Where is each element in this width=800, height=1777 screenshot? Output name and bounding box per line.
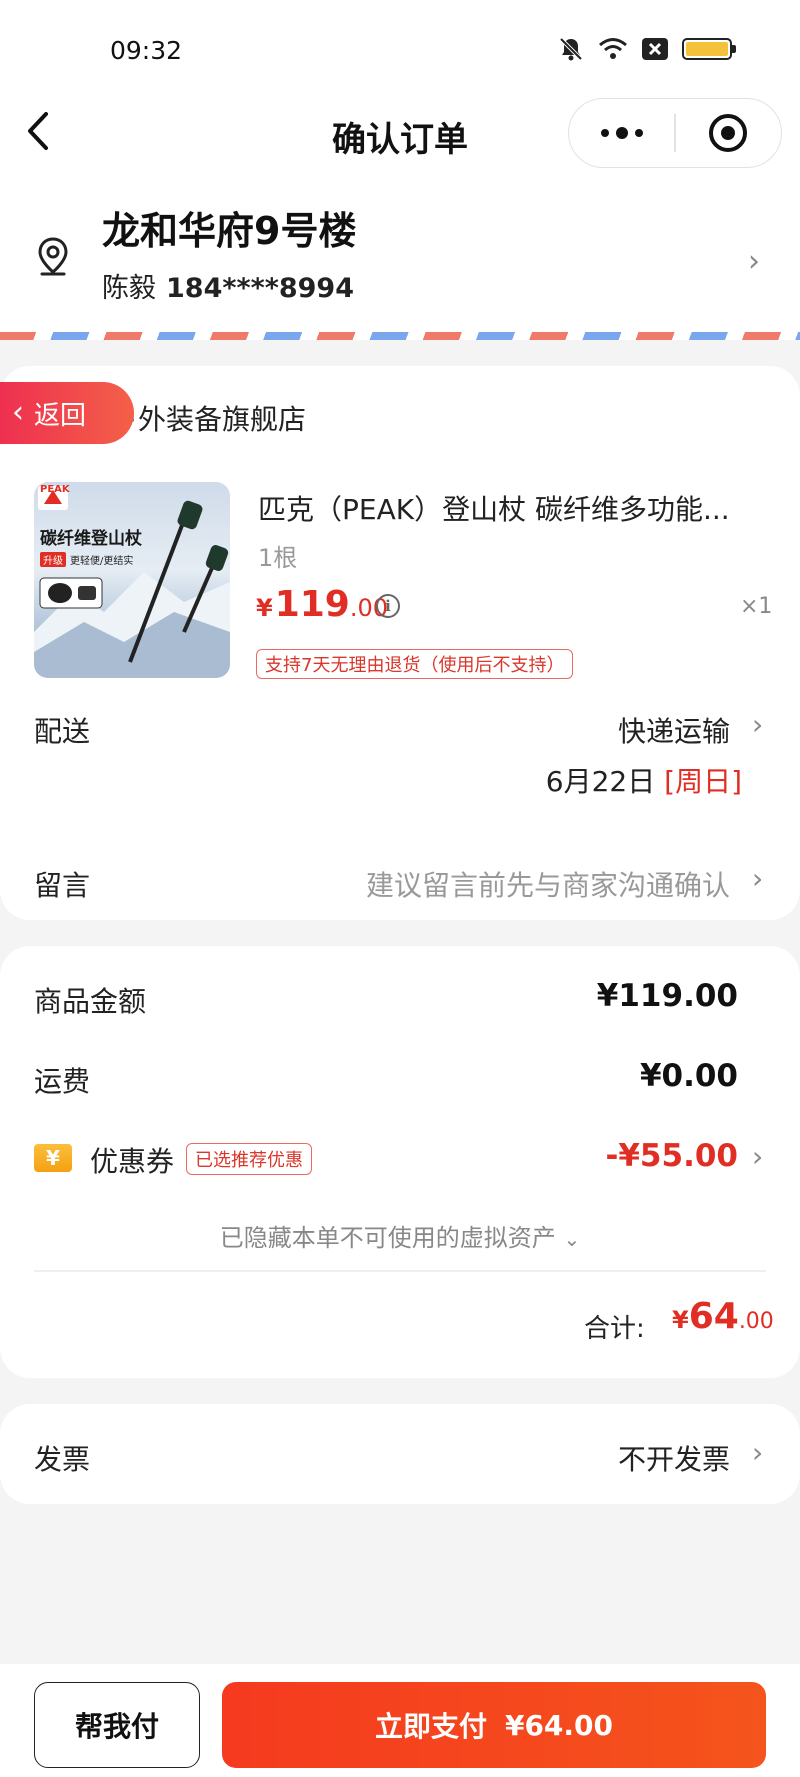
price-int: 119 [274,584,350,625]
product-quantity: ×1 [740,594,773,619]
wifi-icon [599,38,627,59]
coupon-tag: 已选推荐优惠 [186,1143,312,1175]
sim-x-icon [642,38,668,60]
total-currency: ¥ [672,1306,689,1334]
total-label: 合计: [584,1314,645,1344]
delivery-chevron-icon: › [752,708,764,741]
info-icon[interactable]: i [376,594,400,618]
return-label: 返回 [34,400,87,431]
product-spec: 1根 [258,544,298,572]
address-contact: 陈毅 184****8994 [102,266,354,305]
store-name[interactable]: 户外装备旗舰店 [110,398,306,438]
brand-logo-text: PEAK [40,484,70,495]
message-chevron-icon: › [752,862,764,895]
product-title[interactable]: 匹克（PEAK）登山杖 碳纤维多功能... [258,488,768,528]
more-button[interactable] [569,99,674,167]
invoice-value[interactable]: 不开发票 [618,1438,730,1478]
address-chevron-icon: › [748,244,760,279]
hidden-note-text: 已隐藏本单不可使用的虚拟资产 [219,1224,556,1252]
coupon-chevron-icon: › [752,1140,764,1173]
image-tag: 升级 [40,552,66,567]
contact-name: 陈毅 [102,273,156,304]
chevron-left-icon: ‹ [12,395,24,430]
refund-tag: 支持7天无理由退货（使用后不支持） [256,649,574,679]
coupon-label: 优惠券 [90,1145,175,1178]
total-int: 64 [688,1296,739,1337]
coupon-value[interactable]: -¥55.00 [606,1138,739,1174]
chevron-down-icon: ⌄ [563,1227,581,1251]
product-photo [34,486,230,678]
invoice-label: 发票 [34,1443,91,1476]
pay-label: 立即支付 [374,1710,487,1743]
battery-icon [682,38,736,60]
pay-now-button[interactable]: 立即支付 ¥64.00 [222,1682,766,1768]
contact-phone: 184****8994 [166,273,354,304]
mini-program-capsule [568,98,782,168]
shipping-label: 运费 [34,1065,91,1098]
return-button[interactable]: ‹ 返回 [0,382,134,444]
target-icon [709,114,748,152]
goods-amount-value: ¥119.00 [596,978,738,1014]
product-price: ¥119.00 [256,584,388,625]
total-price: ¥64.00 [672,1296,774,1337]
mute-bell-icon [559,37,583,61]
message-input[interactable]: 建议留言前先与商家沟通确认 [366,864,730,904]
status-icons [558,36,736,62]
more-dots-icon [600,127,643,139]
price-currency: ¥ [256,594,273,622]
delivery-weekday: [周日] [664,765,742,798]
address-name: 龙和华府9号楼 [102,209,357,253]
location-pin-icon [38,237,68,276]
delivery-value[interactable]: 快递运输 [618,710,730,750]
airmail-border [0,332,800,340]
image-title: 碳纤维登山杖 [40,529,142,549]
status-time: 09:32 [110,36,183,65]
image-sub: 更轻便/更结实 [70,556,134,567]
help-pay-button[interactable]: 帮我付 [34,1682,200,1768]
shipping-value: ¥0.00 [639,1058,738,1094]
pay-amount: ¥64.00 [504,1708,614,1742]
divider [34,1270,766,1272]
invoice-chevron-icon: › [752,1436,764,1469]
goods-amount-label: 商品金额 [34,985,147,1018]
close-capsule-button[interactable] [676,99,781,167]
delivery-date: 6月22日 [周日] [546,760,742,800]
delivery-date-text: 6月22日 [545,765,656,798]
hidden-assets-toggle[interactable]: 已隐藏本单不可使用的虚拟资产 ⌄ [0,1218,800,1253]
coupon-icon: ¥ [34,1144,72,1172]
product-image[interactable]: PEAK 碳纤维登山杖 升级 更轻便/更结实 [34,482,230,678]
delivery-label: 配送 [34,715,91,748]
total-dec: .00 [738,1309,774,1334]
message-label: 留言 [34,869,91,902]
